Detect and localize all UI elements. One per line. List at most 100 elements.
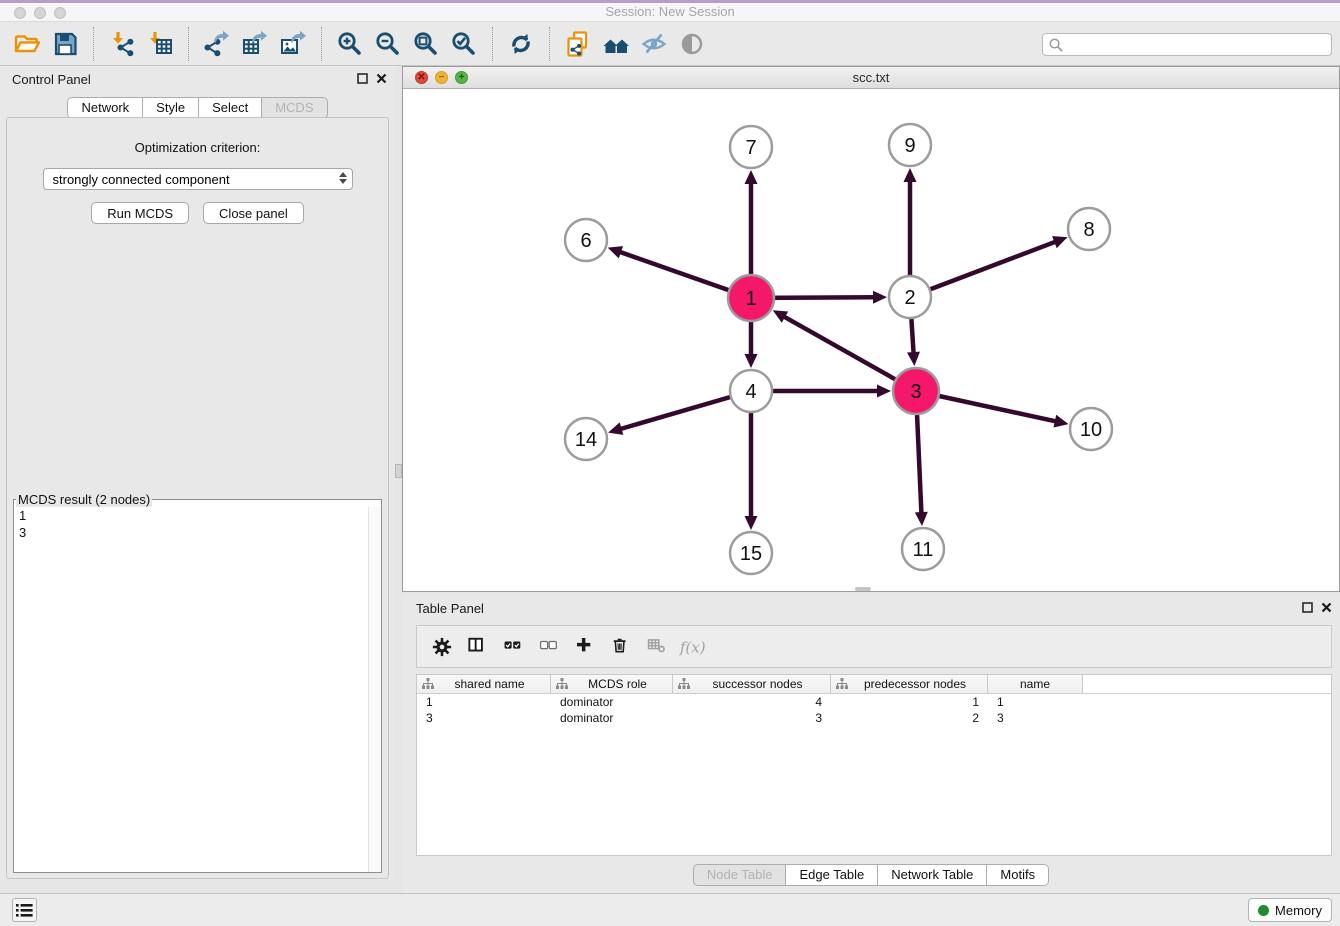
tab-style[interactable]: Style (143, 97, 199, 119)
column-header-label: shared name (434, 677, 550, 691)
select-all-button[interactable] (499, 632, 529, 662)
control-panel-tabs: NetworkStyleSelectMCDS (0, 97, 395, 119)
float-panel-icon[interactable] (357, 73, 368, 84)
tree-column-icon (836, 678, 848, 690)
tab-node-table[interactable]: Node Table (693, 864, 787, 886)
zoom-selected-button[interactable] (445, 26, 483, 62)
svg-text:f(x): f(x) (679, 638, 706, 656)
export-image-button[interactable] (274, 26, 312, 62)
split-panel-button[interactable] (463, 632, 493, 662)
import-table-button[interactable] (141, 26, 179, 62)
column-header-label: predecessor nodes (848, 677, 987, 691)
export-table-button[interactable] (236, 26, 274, 62)
column-header-successor-nodes[interactable]: successor nodes (673, 675, 831, 693)
canvas-scrollbar-thumb[interactable] (855, 587, 871, 591)
edge-arrowhead-2-3 (907, 352, 920, 366)
graphics-details-button[interactable] (673, 26, 711, 62)
zoom-out-button[interactable] (369, 26, 407, 62)
duplicate-network-button[interactable] (559, 26, 597, 62)
eye-slash-button[interactable] (635, 26, 673, 62)
cell-MCDS-role[interactable]: dominator (551, 694, 673, 710)
refresh-button[interactable] (502, 26, 540, 62)
column-header-MCDS-role[interactable]: MCDS role (551, 675, 673, 693)
table-panel: Table Panel f(x) shared nameMCDS rolesuc… (402, 595, 1340, 893)
result-line: 3 (14, 524, 381, 541)
table-tabs: Node TableEdge TableNetwork TableMotifs (402, 864, 1340, 886)
node-label-3: 3 (910, 381, 921, 403)
zoom-fit-button[interactable] (407, 26, 445, 62)
select-stepper-icon (339, 172, 347, 184)
cell-shared-name[interactable]: 3 (417, 710, 551, 726)
task-history-button[interactable] (12, 898, 37, 922)
close-panel-button[interactable]: Close panel (203, 202, 304, 224)
splitter-handle-icon[interactable] (395, 464, 402, 478)
network-graph[interactable]: 7968124314101511 (403, 89, 1339, 591)
close-table-panel-icon[interactable] (1321, 602, 1332, 613)
open-session-button[interactable] (8, 26, 46, 62)
memory-button[interactable]: Memory (1248, 898, 1332, 922)
network-window-titlebar[interactable]: ✕ − + scc.txt (403, 67, 1339, 89)
search-input[interactable] (1064, 34, 1331, 55)
panel-splitter[interactable] (395, 66, 402, 880)
table-row[interactable]: 3dominator323 (417, 710, 1331, 726)
cell-successor-nodes[interactable]: 3 (673, 710, 831, 726)
export-network-button[interactable] (198, 26, 236, 62)
node-label-4: 4 (745, 381, 756, 403)
memory-status-icon (1258, 905, 1269, 916)
tab-motifs[interactable]: Motifs (987, 864, 1049, 886)
node-label-9: 9 (904, 135, 915, 157)
optimization-label: Optimization criterion: (7, 140, 388, 155)
add-column-button[interactable] (571, 632, 601, 662)
settings-gear-button[interactable] (427, 632, 457, 662)
tab-network-table[interactable]: Network Table (878, 864, 987, 886)
float-table-panel-icon[interactable] (1302, 602, 1313, 613)
edge-arrowhead-2-8 (1052, 236, 1067, 248)
houses-button[interactable] (597, 26, 635, 62)
toolbar-separator (93, 27, 94, 61)
toolbar-separator (549, 27, 550, 61)
table-row[interactable]: 1dominator411 (417, 694, 1331, 710)
tab-network[interactable]: Network (67, 97, 143, 119)
edge-arrowhead-3-11 (915, 512, 928, 526)
toolbar-separator (188, 27, 189, 61)
network-canvas[interactable]: 7968124314101511 (403, 89, 1339, 591)
mcds-result-text[interactable]: 13 (14, 507, 381, 872)
cell-name[interactable]: 3 (988, 710, 1083, 726)
edge-2-8[interactable] (910, 241, 1056, 297)
network-view-window: ✕ − + scc.txt 7968124314101511 (402, 66, 1340, 592)
edge-arrowhead-4-3 (877, 385, 891, 398)
edge-arrowhead-1-6 (608, 246, 623, 258)
column-header-label: MCDS role (568, 677, 672, 691)
save-session-button[interactable] (46, 26, 84, 62)
cell-successor-nodes[interactable]: 4 (673, 694, 831, 710)
cell-name[interactable]: 1 (988, 694, 1083, 710)
run-mcds-button[interactable]: Run MCDS (91, 202, 189, 224)
function-builder-button: f(x) (679, 632, 709, 662)
cell-shared-name[interactable]: 1 (417, 694, 551, 710)
import-network-button[interactable] (103, 26, 141, 62)
criterion-select[interactable]: strongly connected component (43, 168, 353, 190)
cell-predecessor-nodes[interactable]: 2 (831, 710, 988, 726)
status-bar: Memory (0, 893, 1340, 926)
search-box[interactable] (1042, 33, 1332, 56)
zoom-in-button[interactable] (331, 26, 369, 62)
tab-select[interactable]: Select (199, 97, 262, 119)
column-header-shared-name[interactable]: shared name (417, 675, 551, 693)
deselect-all-button[interactable] (535, 632, 565, 662)
delete-trash-button[interactable] (607, 632, 637, 662)
tab-mcds[interactable]: MCDS (262, 97, 327, 119)
header-filler (1083, 675, 1331, 693)
column-header-predecessor-nodes[interactable]: predecessor nodes (831, 675, 988, 693)
control-panel: Control Panel NetworkStyleSelectMCDS Opt… (0, 66, 395, 880)
close-panel-icon[interactable] (376, 73, 387, 84)
cell-predecessor-nodes[interactable]: 1 (831, 694, 988, 710)
column-header-label: name (993, 677, 1082, 691)
result-scrollbar[interactable] (368, 507, 381, 872)
tab-edge-table[interactable]: Edge Table (786, 864, 878, 886)
column-header-name[interactable]: name (988, 675, 1083, 693)
mcds-result-legend: MCDS result (2 nodes) (16, 492, 152, 507)
node-table: shared name MCDS role successor nodes prede… (416, 674, 1332, 856)
cell-MCDS-role[interactable]: dominator (551, 710, 673, 726)
column-header-label: successor nodes (690, 677, 830, 691)
delete-table-button (643, 632, 673, 662)
